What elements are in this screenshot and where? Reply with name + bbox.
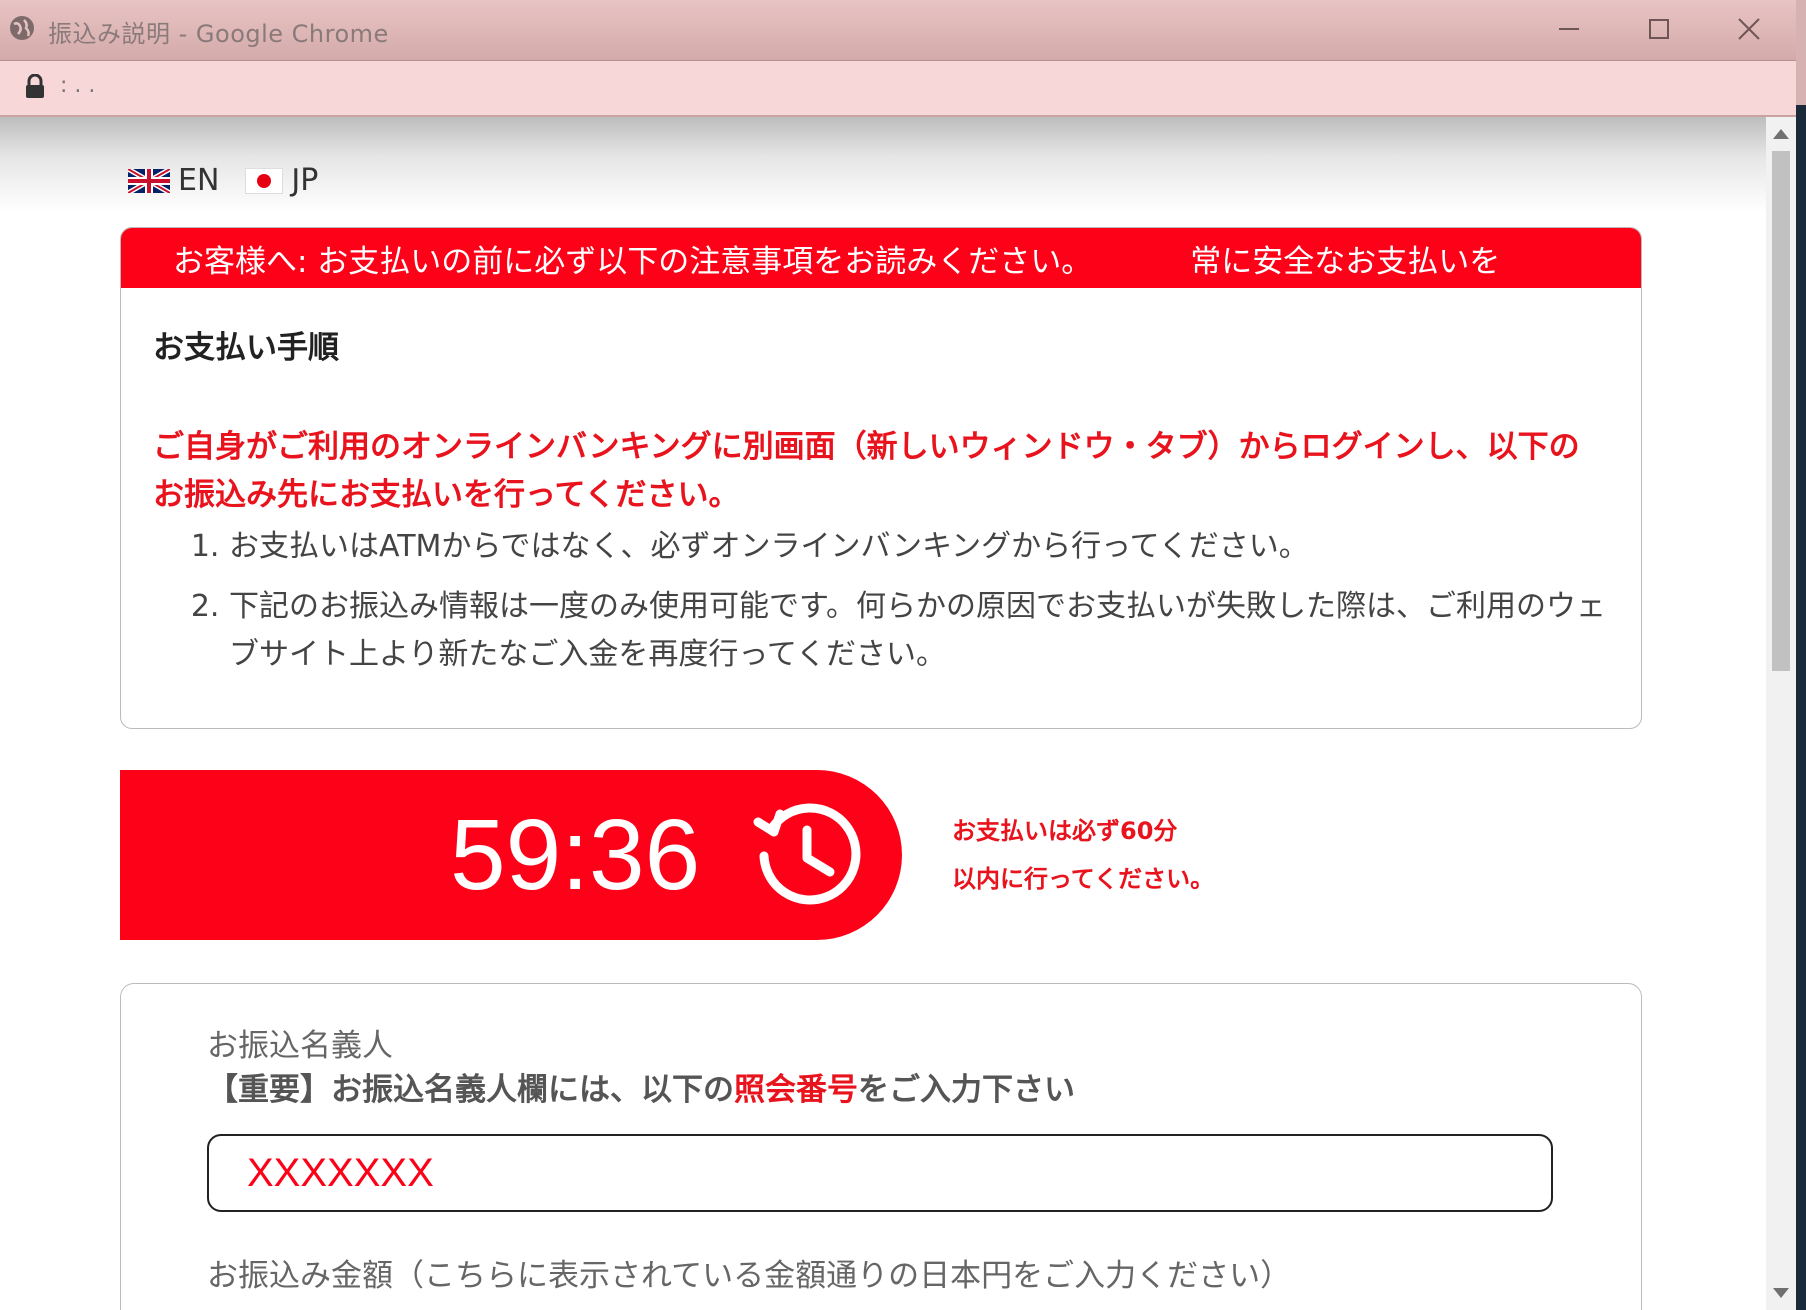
important-prefix: 【重要】お振込名義人欄には、以下の: [207, 1072, 734, 1108]
marquee-text-1: お客様へ: お支払いの前に必ず以下の注意事項をお読みください。: [173, 243, 1093, 280]
japan-flag-icon[interactable]: [245, 167, 284, 194]
desktop-edge: [1796, 0, 1806, 1310]
window-titlebar: 振込み説明 - Google Chrome: [0, 0, 1796, 61]
notice-box: お客様へ: お支払いの前に必ず以下の注意事項をお読みください。 常に安全なお支払…: [120, 227, 1642, 729]
important-suffix: をご入力下さい: [858, 1072, 1075, 1108]
timer-value: 59:36: [450, 799, 701, 911]
marquee-text-2: 常に安全なお支払いを: [1190, 243, 1501, 280]
maximize-icon: [1649, 19, 1669, 39]
login-warning: ご自身がご利用のオンラインバンキングに別画面（新しいウィンドウ・タブ）からログイ…: [153, 429, 1580, 513]
language-switch: EN JP: [128, 163, 318, 198]
step-item: 下記のお振込み情報は一度のみ使用可能です。何らかの原因でお支払いが失敗した際は、…: [229, 583, 1607, 679]
countdown-timer: 59:36: [120, 770, 902, 940]
window-title: 振込み説明 - Google Chrome: [48, 20, 389, 48]
scroll-down-arrow[interactable]: [1773, 1288, 1789, 1298]
globe-icon: [10, 16, 34, 40]
amount-label: お振込み金額（こちらに表示されている金額通りの日本円をご入力ください）: [207, 1258, 1292, 1294]
lock-icon: [26, 74, 44, 98]
minimize-button[interactable]: [1524, 0, 1614, 58]
reference-number-highlight: 照会番号: [734, 1072, 858, 1108]
payer-name-label: お振込名義人: [207, 1028, 393, 1064]
steps-heading: お支払い手順: [153, 330, 339, 366]
timer-note: お支払いは必ず60分 以内に行ってください。: [952, 807, 1214, 903]
transfer-info-box: お振込名義人 【重要】お振込名義人欄には、以下の照会番号をご入力下さい XXXX…: [120, 983, 1642, 1310]
uk-flag-icon[interactable]: [128, 168, 170, 193]
maximize-button[interactable]: [1614, 0, 1704, 58]
steps-list: お支払いはATMからではなく、必ずオンラインバンキングから行ってください。 下記…: [153, 523, 1607, 679]
close-icon: [1738, 18, 1760, 40]
notice-marquee: お客様へ: お支払いの前に必ず以下の注意事項をお読みください。 常に安全なお支払…: [121, 228, 1641, 288]
minimize-icon: [1559, 28, 1579, 30]
timer-note-line: お支払いは必ず60分: [952, 817, 1178, 845]
reference-number-field[interactable]: XXXXXXX: [207, 1134, 1553, 1212]
url-text: : . .: [60, 73, 96, 98]
vertical-scrollbar[interactable]: [1766, 117, 1796, 1310]
lang-en-link[interactable]: EN: [178, 163, 219, 198]
page-viewport: EN JP お客様へ: お支払いの前に必ず以下の注意事項をお読みください。 常に…: [0, 117, 1766, 1310]
scroll-thumb[interactable]: [1772, 151, 1790, 671]
lang-jp-link[interactable]: JP: [291, 163, 318, 198]
important-instruction: 【重要】お振込名義人欄には、以下の照会番号をご入力下さい: [207, 1064, 1075, 1109]
scroll-up-arrow[interactable]: [1773, 129, 1789, 139]
address-bar[interactable]: : . .: [0, 61, 1796, 117]
step-item: お支払いはATMからではなく、必ずオンラインバンキングから行ってください。: [229, 523, 1607, 571]
notice-body: お支払い手順 ご自身がご利用のオンラインバンキングに別画面（新しいウィンドウ・タ…: [121, 288, 1641, 679]
timer-note-line: 以内に行ってください。: [952, 865, 1215, 893]
clock-icon: [753, 803, 861, 905]
close-button[interactable]: [1704, 0, 1794, 58]
